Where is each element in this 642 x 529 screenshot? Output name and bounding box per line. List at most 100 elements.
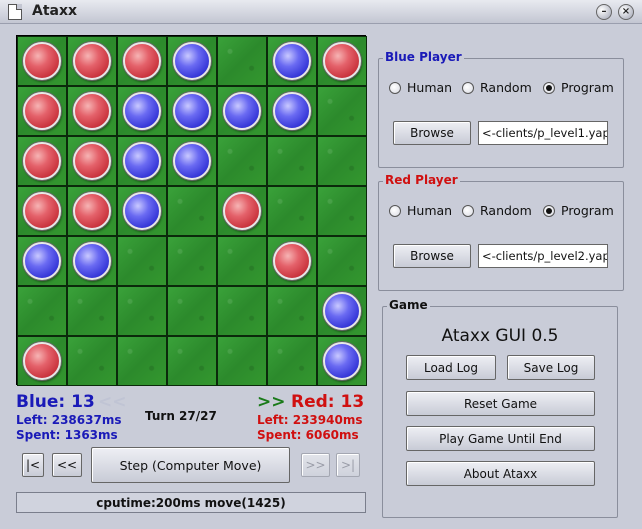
blue-piece[interactable] <box>123 192 161 230</box>
board-cell[interactable] <box>117 36 167 86</box>
red-radio-program[interactable]: Program <box>543 203 614 218</box>
board-cell[interactable] <box>117 86 167 136</box>
board-cell[interactable] <box>317 136 367 186</box>
game-board[interactable] <box>16 35 367 386</box>
board-cell[interactable] <box>317 236 367 286</box>
radio-dot-icon[interactable] <box>389 204 401 217</box>
blue-piece[interactable] <box>323 342 361 380</box>
board-cell[interactable] <box>167 186 217 236</box>
board-cell[interactable] <box>267 336 317 386</box>
board-cell[interactable] <box>267 36 317 86</box>
about-button[interactable]: About Ataxx <box>406 461 595 486</box>
radio-dot-icon[interactable] <box>462 81 474 94</box>
red-piece[interactable] <box>23 192 61 230</box>
red-piece[interactable] <box>323 42 361 80</box>
board-cell[interactable] <box>167 136 217 186</box>
board-cell[interactable] <box>67 86 117 136</box>
board-cell[interactable] <box>67 286 117 336</box>
reset-game-button[interactable]: Reset Game <box>406 391 595 416</box>
board-cell[interactable] <box>17 286 67 336</box>
close-icon[interactable]: × <box>618 4 634 20</box>
board-cell[interactable] <box>217 86 267 136</box>
board-cell[interactable] <box>317 86 367 136</box>
board-cell[interactable] <box>217 136 267 186</box>
red-piece[interactable] <box>23 342 61 380</box>
board-cell[interactable] <box>117 286 167 336</box>
red-piece[interactable] <box>23 42 61 80</box>
radio-dot-icon[interactable] <box>389 81 401 94</box>
board-cell[interactable] <box>117 136 167 186</box>
blue-piece[interactable] <box>123 92 161 130</box>
blue-piece[interactable] <box>173 92 211 130</box>
red-piece[interactable] <box>123 42 161 80</box>
blue-program-path-input[interactable]: <-clients/p_level1.yap <box>478 121 608 145</box>
previous-move-button[interactable]: << <box>52 453 82 477</box>
board-cell[interactable] <box>267 186 317 236</box>
board-cell[interactable] <box>267 286 317 336</box>
red-piece[interactable] <box>23 142 61 180</box>
board-cell[interactable] <box>317 336 367 386</box>
blue-piece[interactable] <box>123 142 161 180</box>
board-cell[interactable] <box>167 86 217 136</box>
board-cell[interactable] <box>67 336 117 386</box>
board-cell[interactable] <box>217 36 267 86</box>
blue-piece[interactable] <box>173 142 211 180</box>
blue-radio-human[interactable]: Human <box>389 80 452 95</box>
radio-dot-icon[interactable] <box>462 204 474 217</box>
save-log-button[interactable]: Save Log <box>507 355 595 380</box>
first-move-button[interactable]: |< <box>22 453 44 477</box>
red-browse-button[interactable]: Browse <box>393 244 471 268</box>
blue-piece[interactable] <box>23 242 61 280</box>
board-cell[interactable] <box>67 236 117 286</box>
board-cell[interactable] <box>217 286 267 336</box>
board-cell[interactable] <box>267 236 317 286</box>
board-cell[interactable] <box>267 86 317 136</box>
radio-dot-icon[interactable] <box>543 81 555 94</box>
load-log-button[interactable]: Load Log <box>406 355 496 380</box>
next-move-button[interactable]: >> <box>301 453 330 477</box>
board-cell[interactable] <box>217 336 267 386</box>
board-cell[interactable] <box>317 286 367 336</box>
board-cell[interactable] <box>167 336 217 386</box>
board-cell[interactable] <box>17 236 67 286</box>
board-cell[interactable] <box>217 186 267 236</box>
red-radio-random[interactable]: Random <box>462 203 532 218</box>
blue-piece[interactable] <box>323 292 361 330</box>
board-cell[interactable] <box>267 136 317 186</box>
play-until-end-button[interactable]: Play Game Until End <box>406 426 595 451</box>
board-cell[interactable] <box>17 336 67 386</box>
board-cell[interactable] <box>167 286 217 336</box>
board-cell[interactable] <box>217 236 267 286</box>
board-cell[interactable] <box>317 36 367 86</box>
blue-piece[interactable] <box>223 92 261 130</box>
board-cell[interactable] <box>67 36 117 86</box>
board-cell[interactable] <box>17 186 67 236</box>
red-piece[interactable] <box>73 192 111 230</box>
board-cell[interactable] <box>317 186 367 236</box>
board-cell[interactable] <box>167 36 217 86</box>
board-cell[interactable] <box>17 86 67 136</box>
radio-dot-icon[interactable] <box>543 204 555 217</box>
step-button[interactable]: Step (Computer Move) <box>91 447 290 483</box>
red-piece[interactable] <box>223 192 261 230</box>
red-program-path-input[interactable]: <-clients/p_level2.yap <box>478 244 608 268</box>
blue-piece[interactable] <box>273 42 311 80</box>
red-piece[interactable] <box>73 92 111 130</box>
board-cell[interactable] <box>67 186 117 236</box>
red-radio-human[interactable]: Human <box>389 203 452 218</box>
blue-browse-button[interactable]: Browse <box>393 121 471 145</box>
blue-piece[interactable] <box>273 92 311 130</box>
blue-piece[interactable] <box>173 42 211 80</box>
board-cell[interactable] <box>117 186 167 236</box>
board-cell[interactable] <box>67 136 117 186</box>
blue-radio-random[interactable]: Random <box>462 80 532 95</box>
last-move-button[interactable]: >| <box>336 453 360 477</box>
minimize-icon[interactable]: – <box>596 4 612 20</box>
board-cell[interactable] <box>117 336 167 386</box>
blue-radio-program[interactable]: Program <box>543 80 614 95</box>
red-piece[interactable] <box>73 42 111 80</box>
red-piece[interactable] <box>73 142 111 180</box>
board-cell[interactable] <box>17 36 67 86</box>
red-piece[interactable] <box>273 242 311 280</box>
red-piece[interactable] <box>23 92 61 130</box>
